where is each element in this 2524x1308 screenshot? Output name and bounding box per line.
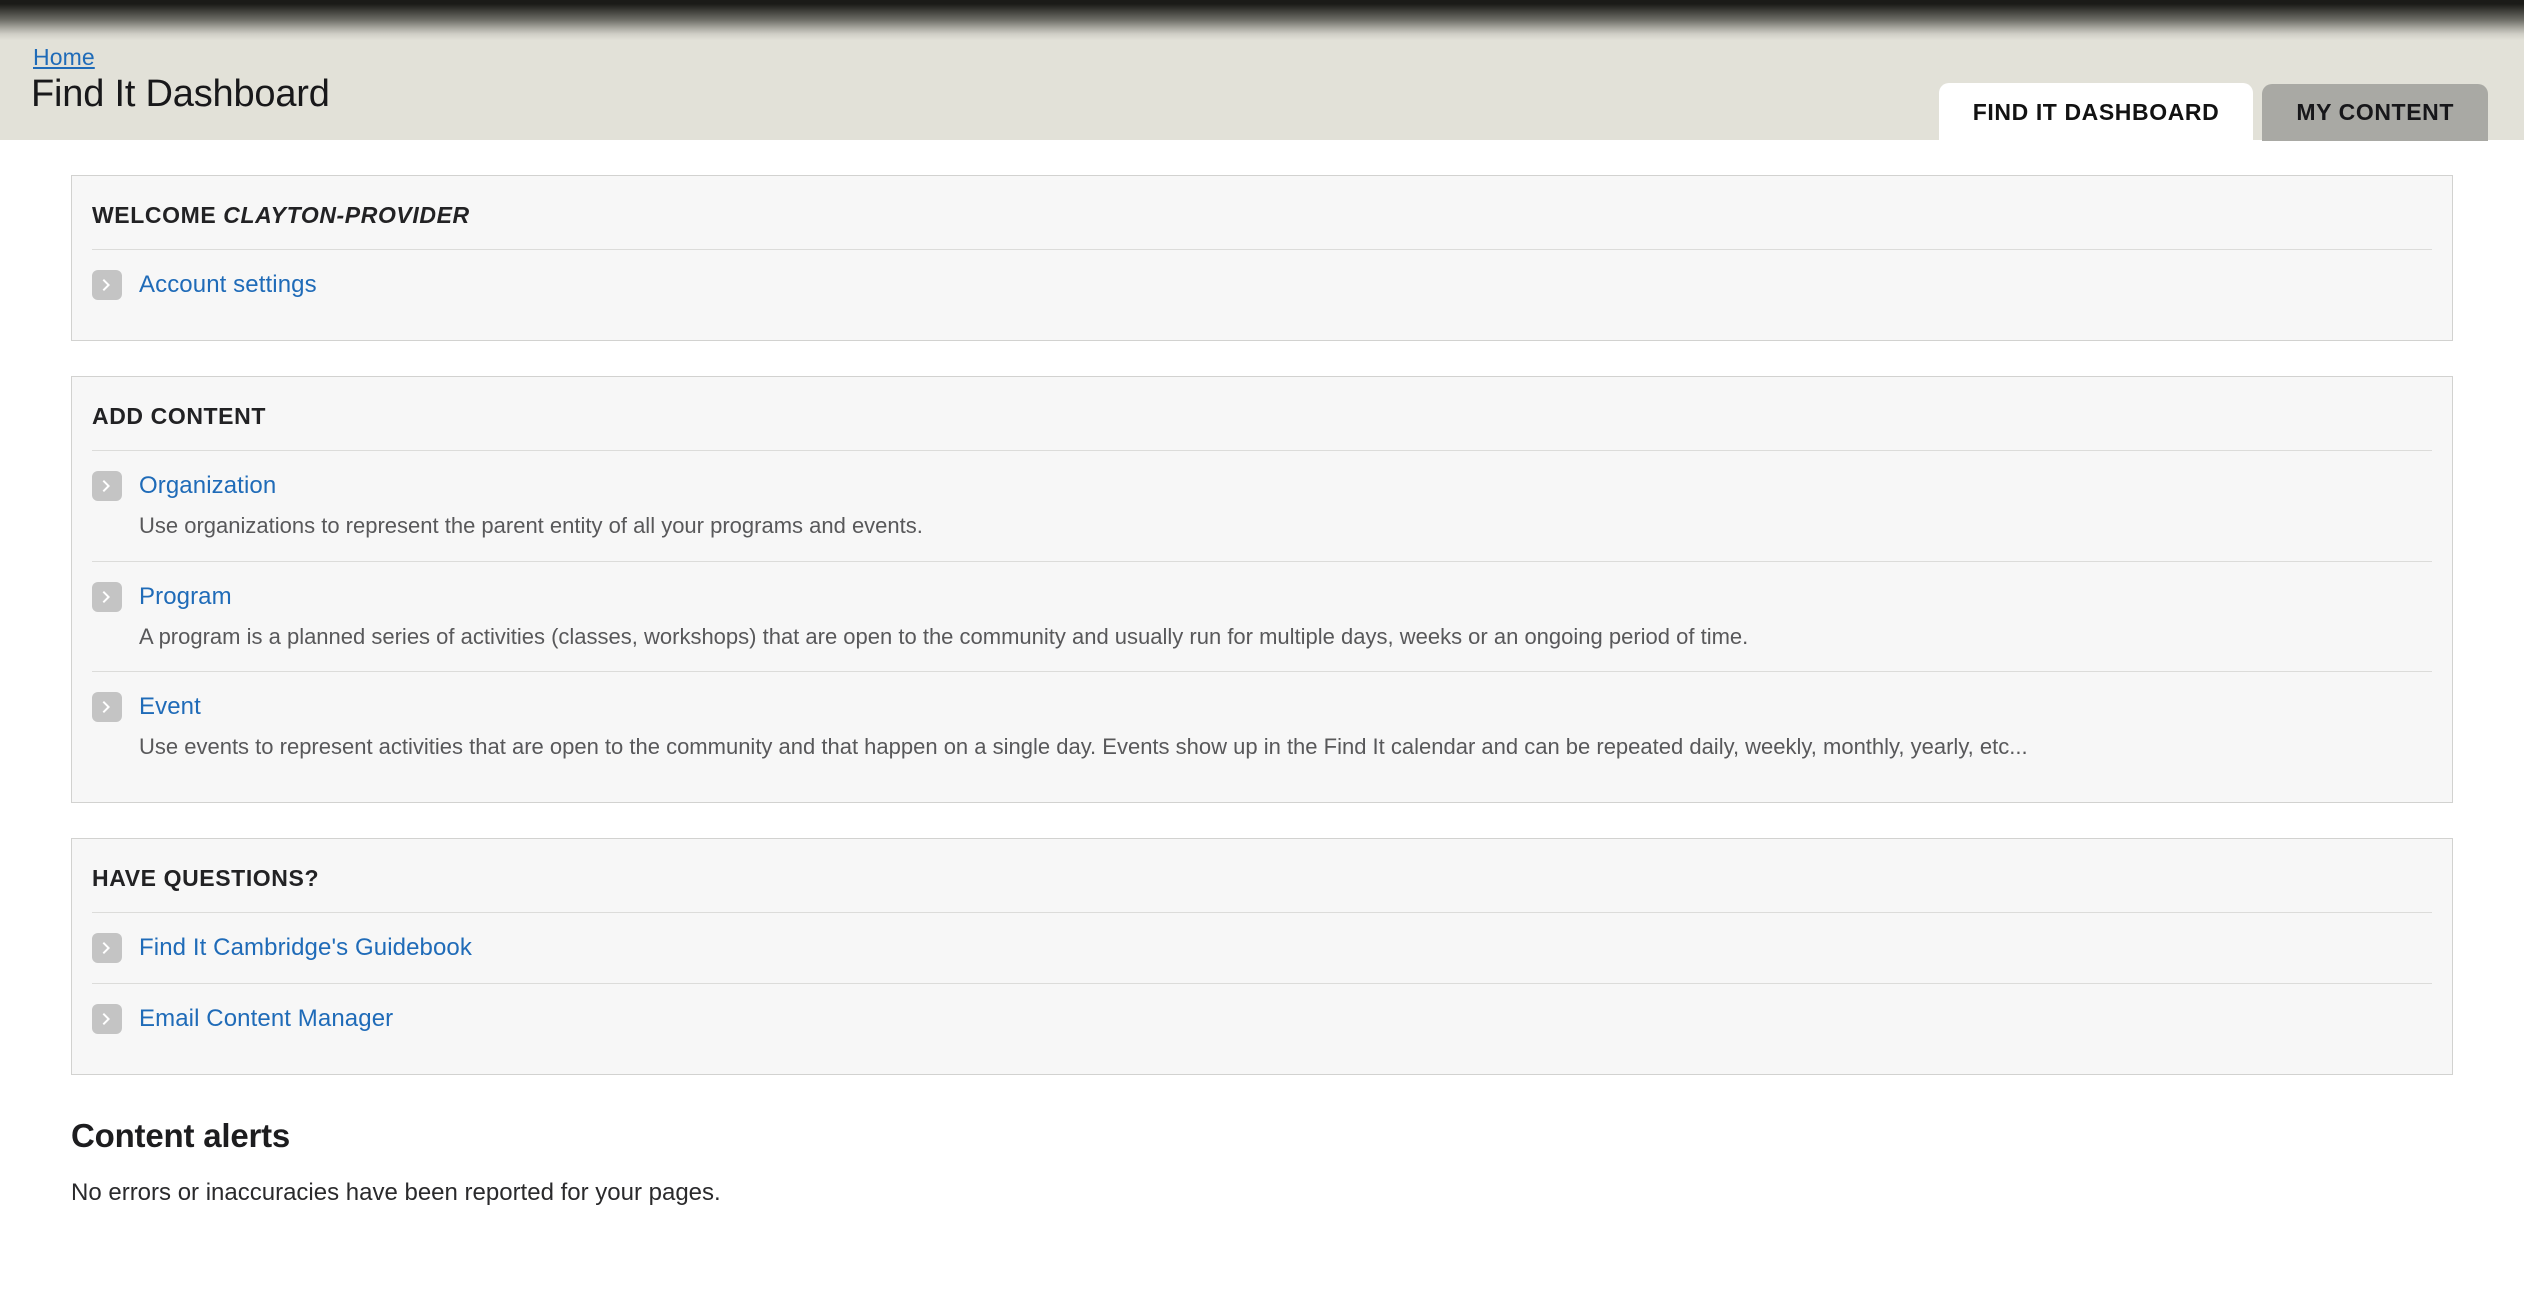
panel-spacer — [72, 1054, 2452, 1074]
content-alerts-section: Content alerts No errors or inaccuracies… — [71, 1117, 2453, 1207]
chevron-right-icon — [92, 471, 122, 501]
add-content-panel: ADD CONTENT Organization Use organizatio… — [71, 376, 2453, 804]
main-content: WELCOME CLAYTON-PROVIDER Account setting… — [0, 140, 2524, 1207]
have-questions-panel: HAVE QUESTIONS? Find It Cambridge's Guid… — [71, 838, 2453, 1076]
add-organization-link[interactable]: Organization — [139, 472, 276, 500]
welcome-panel-title: WELCOME CLAYTON-PROVIDER — [72, 176, 2452, 249]
row-head: Account settings — [92, 270, 2432, 300]
row-head: Organization — [92, 471, 2432, 501]
add-event-link[interactable]: Event — [139, 693, 201, 721]
add-content-panel-title: ADD CONTENT — [92, 403, 266, 429]
welcome-panel-rows: Account settings — [72, 249, 2452, 320]
content-alerts-message: No errors or inaccuracies have been repo… — [71, 1179, 721, 1207]
list-item[interactable]: Account settings — [92, 249, 2432, 320]
list-item[interactable]: Event Use events to represent activities… — [92, 671, 2432, 782]
guidebook-link[interactable]: Find It Cambridge's Guidebook — [139, 934, 472, 962]
welcome-username: CLAYTON-PROVIDER — [223, 202, 470, 228]
chevron-right-icon — [92, 692, 122, 723]
chevron-right-icon — [92, 270, 122, 300]
list-item[interactable]: Email Content Manager — [92, 983, 2432, 1054]
account-settings-link[interactable]: Account settings — [139, 271, 317, 299]
add-program-link[interactable]: Program — [139, 583, 232, 611]
have-questions-panel-title: HAVE QUESTIONS? — [92, 865, 320, 892]
row-head: Email Content Manager — [92, 1004, 2432, 1035]
panel-spacer — [72, 782, 2452, 802]
row-head: Find It Cambridge's Guidebook — [92, 933, 2432, 964]
email-content-manager-link[interactable]: Email Content Manager — [139, 1005, 393, 1033]
page-title: Find It Dashboard — [31, 73, 330, 115]
add-content-rows: Organization Use organizations to repres… — [72, 450, 2452, 782]
header-gradient-bar — [0, 0, 2524, 40]
tab-my-content[interactable]: MY CONTENT — [2262, 84, 2488, 141]
content-alerts-heading: Content alerts — [71, 1117, 291, 1155]
add-program-description: A program is a planned series of activit… — [139, 623, 1749, 649]
list-item[interactable]: Organization Use organizations to repres… — [92, 450, 2432, 561]
welcome-prefix: WELCOME — [92, 202, 224, 228]
add-organization-description: Use organizations to represent the paren… — [139, 513, 923, 538]
list-item[interactable]: Find It Cambridge's Guidebook — [92, 912, 2432, 983]
row-head: Program — [92, 581, 2432, 612]
breadcrumb-home-link[interactable]: Home — [33, 44, 95, 71]
page-header: Home Find It Dashboard FIND IT DASHBOARD… — [0, 0, 2524, 141]
chevron-right-icon — [92, 1004, 122, 1035]
have-questions-rows: Find It Cambridge's Guidebook Email Cont… — [72, 912, 2452, 1054]
chevron-right-icon — [92, 933, 122, 964]
row-head: Event — [92, 692, 2432, 723]
tab-bar: FIND IT DASHBOARD MY CONTENT — [1938, 83, 2488, 141]
welcome-panel: WELCOME CLAYTON-PROVIDER Account setting… — [71, 175, 2453, 341]
panel-spacer — [72, 320, 2452, 340]
list-item[interactable]: Program A program is a planned series of… — [92, 560, 2432, 672]
add-event-description: Use events to represent activities that … — [139, 734, 2028, 760]
dashboard-page: Home Find It Dashboard FIND IT DASHBOARD… — [0, 0, 2524, 1308]
chevron-right-icon — [92, 581, 122, 612]
tab-find-it-dashboard[interactable]: FIND IT DASHBOARD — [1938, 83, 2254, 141]
